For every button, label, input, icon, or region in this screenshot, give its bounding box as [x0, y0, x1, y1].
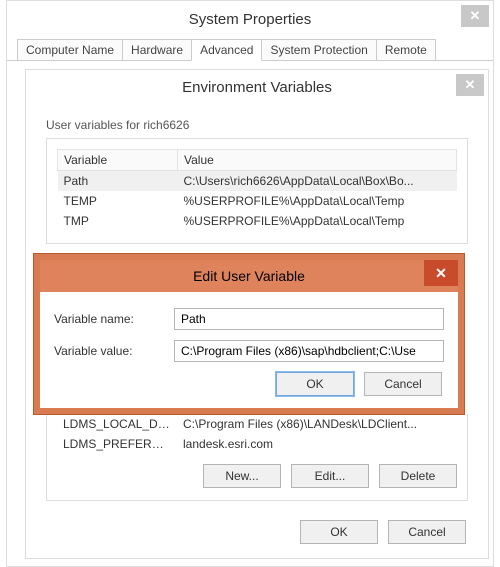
envvars-titlebar: Environment Variables ✕	[26, 70, 488, 104]
envvars-title: Environment Variables	[182, 79, 332, 96]
sysvars-delete-button[interactable]: Delete	[379, 464, 457, 488]
user-variables-label: User variables for rich6626	[46, 118, 468, 132]
user-variables-table[interactable]: Variable Value Path C:\Users\rich6626\Ap…	[57, 149, 457, 231]
sysprops-title: System Properties	[189, 11, 312, 28]
variable-name-input[interactable]	[174, 308, 444, 330]
variable-value-label: Variable value:	[54, 344, 174, 358]
user-variables-box: Variable Value Path C:\Users\rich6626\Ap…	[46, 138, 468, 244]
user-variables-group: User variables for rich6626 Variable Val…	[46, 118, 468, 244]
sysprops-close-button[interactable]: ✕	[461, 5, 489, 27]
tab-advanced[interactable]: Advanced	[191, 39, 262, 61]
variable-name-row: Variable name:	[54, 308, 444, 330]
table-row[interactable]: TMP %USERPROFILE%\AppData\Local\Temp	[58, 211, 457, 231]
editdlg-close-button[interactable]: ✕	[424, 260, 458, 286]
sysprops-tabs: Computer Name Hardware Advanced System P…	[7, 37, 493, 61]
tab-system-protection[interactable]: System Protection	[261, 39, 376, 60]
close-icon: ✕	[435, 265, 447, 282]
table-row[interactable]: TEMP %USERPROFILE%\AppData\Local\Temp	[58, 191, 457, 211]
tab-remote[interactable]: Remote	[376, 39, 436, 60]
editdlg-titlebar: Edit User Variable ✕	[40, 260, 458, 292]
col-value[interactable]: Value	[178, 150, 457, 171]
close-icon: ✕	[465, 77, 476, 93]
system-variables-table[interactable]: LDMS_LOCAL_DIR... C:\Program Files (x86)…	[57, 414, 457, 454]
variable-name-label: Variable name:	[54, 312, 174, 326]
table-row[interactable]: LDMS_LOCAL_DIR... C:\Program Files (x86)…	[57, 414, 457, 434]
sysvars-edit-button[interactable]: Edit...	[291, 464, 369, 488]
editdlg-ok-button[interactable]: OK	[276, 372, 354, 396]
sysvars-button-row: New... Edit... Delete	[57, 464, 457, 488]
tab-computer-name[interactable]: Computer Name	[17, 39, 123, 60]
envvars-ok-button[interactable]: OK	[300, 520, 378, 544]
table-row[interactable]: LDMS_PREFERRE... landesk.esri.com	[57, 434, 457, 454]
table-row[interactable]: Path C:\Users\rich6626\AppData\Local\Box…	[58, 171, 457, 192]
envvars-cancel-button[interactable]: Cancel	[388, 520, 466, 544]
col-variable[interactable]: Variable	[58, 150, 178, 171]
tab-hardware[interactable]: Hardware	[122, 39, 192, 60]
sysprops-titlebar: System Properties ✕	[7, 1, 493, 37]
edit-user-variable-dialog: Edit User Variable ✕ Variable name: Vari…	[34, 254, 464, 414]
envvars-close-button[interactable]: ✕	[456, 74, 484, 96]
sysvars-new-button[interactable]: New...	[203, 464, 281, 488]
variable-value-row: Variable value:	[54, 340, 444, 362]
system-variables-box: LDMS_LOCAL_DIR... C:\Program Files (x86)…	[46, 414, 468, 501]
system-variables-group: LDMS_LOCAL_DIR... C:\Program Files (x86)…	[46, 414, 468, 501]
editdlg-button-row: OK Cancel	[54, 372, 442, 396]
envvars-footer: OK Cancel	[300, 520, 466, 544]
editdlg-body: Variable name: Variable value: OK Cancel	[40, 292, 458, 408]
variable-value-input[interactable]	[174, 340, 444, 362]
editdlg-title: Edit User Variable	[193, 268, 305, 284]
close-icon: ✕	[470, 8, 481, 24]
editdlg-cancel-button[interactable]: Cancel	[364, 372, 442, 396]
